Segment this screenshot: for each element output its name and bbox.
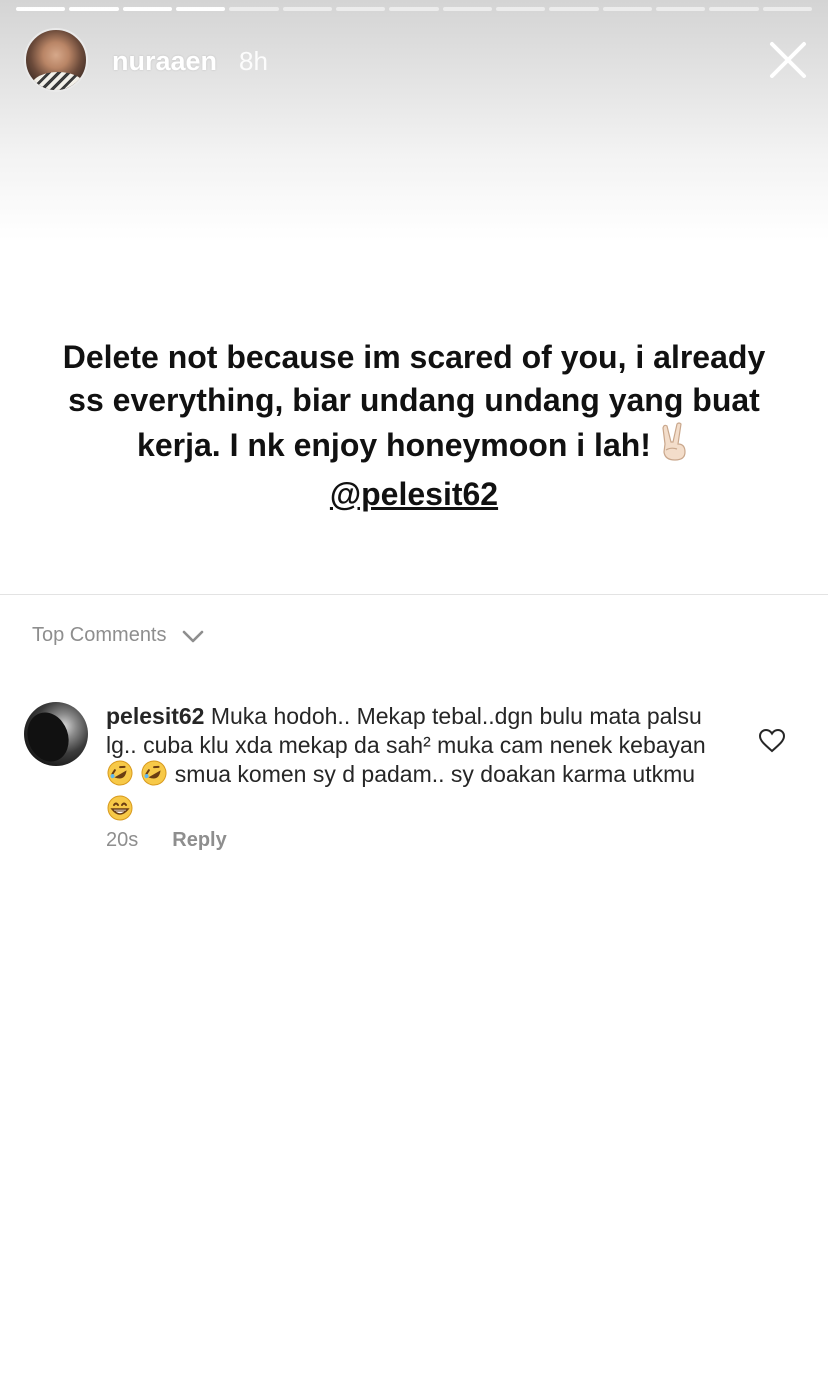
caption-line-3-text: kerja. I nk enjoy honeymoon i lah! [137, 427, 651, 463]
progress-segment [175, 7, 226, 11]
caption-line-3: kerja. I nk enjoy honeymoon i lah! [30, 422, 798, 473]
comment-text-part2: smua komen sy d padam.. sy doakan karma … [174, 761, 696, 787]
progress-segment [122, 7, 172, 11]
avatar-hair [24, 706, 76, 766]
progress-segment [602, 7, 652, 11]
comment-meta: 20s Reply [106, 829, 227, 852]
top-comments-label: Top Comments [32, 624, 167, 646]
caption-line-2: ss everything, biar undang undang yang b… [68, 382, 760, 418]
progress-segment [229, 7, 279, 11]
story-caption: Delete not because im scared of you, i a… [30, 336, 798, 516]
commenter-avatar[interactable] [24, 702, 88, 766]
comment-like-button[interactable] [758, 728, 786, 754]
chevron-down-icon [182, 630, 203, 642]
section-divider [0, 594, 828, 595]
progress-segment [335, 7, 386, 11]
progress-segment [709, 7, 759, 11]
caption-line-1: Delete not because im scared of you, i a… [62, 339, 766, 375]
progress-segment [16, 7, 66, 11]
progress-segment [282, 7, 332, 11]
progress-segment [389, 7, 439, 11]
story-author-username[interactable]: nuraaen [112, 46, 217, 77]
grinning-face-emoji [106, 794, 134, 829]
story-progress-bar [16, 7, 812, 11]
story-mention-link[interactable]: @pelesit62 [30, 473, 798, 516]
comment-body: pelesit62 Muka hodoh.. Mekap tebal..dgn … [106, 702, 726, 828]
progress-segment [69, 7, 119, 11]
avatar-shirt [32, 72, 84, 90]
comment-username[interactable]: pelesit62 [106, 703, 204, 729]
victory-hand-emoji [657, 422, 691, 473]
close-icon [770, 42, 806, 78]
progress-segment [655, 7, 706, 11]
progress-segment [762, 7, 812, 11]
progress-segment [442, 7, 492, 11]
story-header: nuraaen 8h [0, 0, 828, 240]
close-button[interactable] [766, 38, 810, 82]
story-timestamp: 8h [239, 46, 268, 76]
reply-button[interactable]: Reply [172, 829, 226, 852]
top-comments-toggle[interactable]: Top Comments [32, 624, 205, 647]
rolling-on-floor-laughing-emoji [106, 759, 134, 794]
rolling-on-floor-laughing-emoji [140, 759, 168, 794]
comment-timestamp: 20s [106, 829, 139, 851]
heart-outline-icon [758, 728, 786, 753]
story-author-avatar[interactable] [24, 28, 88, 92]
progress-segment [495, 7, 546, 11]
progress-segment [549, 7, 599, 11]
